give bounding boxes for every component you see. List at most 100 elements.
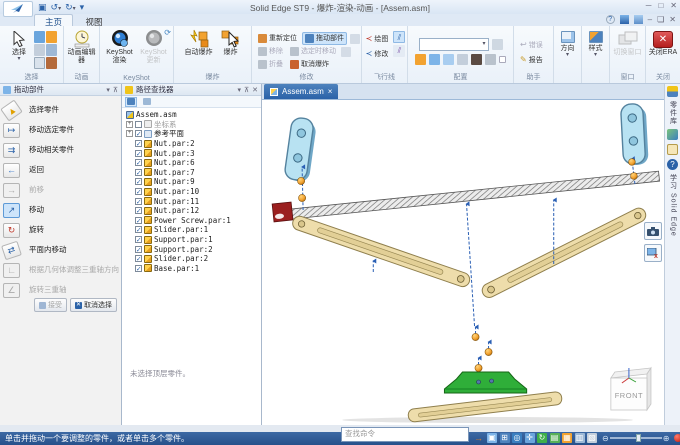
config-copy-icon[interactable] — [457, 54, 468, 65]
pathfinder-pin-icon[interactable]: ⊼ — [244, 86, 249, 94]
auto-explode-button[interactable]: 自动爆炸 — [182, 29, 216, 73]
config-new-icon[interactable] — [415, 54, 426, 65]
tree-item-label[interactable]: Nut.par:3 — [154, 149, 195, 158]
panel-pin-icon[interactable]: ⊼ — [113, 86, 118, 94]
visibility-checkbox[interactable] — [135, 121, 142, 128]
ribbon-display-icon[interactable] — [620, 15, 629, 24]
flow-line-center[interactable] — [467, 204, 475, 326]
command-item-move-in-plane[interactable]: ⇄平面内移动 — [0, 240, 121, 260]
close-button[interactable]: ✕ — [670, 1, 677, 10]
3d-scene[interactable]: FRONT — [262, 100, 664, 425]
visibility-checkbox[interactable]: ✓ — [135, 169, 142, 176]
zoom-in-icon[interactable]: ⊕ — [663, 434, 670, 443]
switch-windows-button[interactable]: 切换窗口 — [612, 29, 643, 73]
zoom-handle[interactable] — [636, 434, 641, 442]
animation-editor-button[interactable]: 动画编辑器 — [66, 29, 97, 73]
tree-item-label[interactable]: Slider.par:1 — [154, 225, 208, 234]
tree-item-label[interactable]: Power Screw.par:1 — [154, 216, 231, 225]
select-box-icon[interactable] — [34, 57, 45, 69]
learn-help-icon[interactable]: ? — [667, 159, 678, 170]
tree-item-label[interactable]: Nut.par:11 — [154, 197, 199, 206]
tree-row[interactable]: ✓Nut.par:11 — [126, 196, 261, 206]
reposition-button[interactable]: 重新定位 — [256, 32, 299, 45]
tree-item-label[interactable]: Nut.par:10 — [154, 187, 199, 196]
close-overlay-button[interactable]: x — [644, 244, 662, 262]
expander-icon[interactable]: + — [126, 121, 133, 128]
config-camera-icon[interactable] — [471, 54, 482, 65]
graphics-viewport[interactable]: Assem.asm × — [262, 84, 664, 425]
command-item-move-selected[interactable]: ↦移动选定零件 — [0, 120, 121, 140]
visibility-checkbox[interactable]: ✓ — [135, 159, 142, 166]
tree-item-label[interactable]: Support.par:2 — [154, 245, 213, 254]
visibility-checkbox[interactable]: ✓ — [135, 217, 142, 224]
tree-row[interactable]: ✓ Support.par:1 — [126, 235, 261, 245]
command-item-move[interactable]: ↗移动 — [0, 200, 121, 220]
named-views-icon[interactable]: ▤ — [550, 433, 560, 443]
tree-row[interactable]: ✓Support.par:2 — [126, 244, 261, 254]
part-nut[interactable] — [631, 173, 638, 180]
tree-row[interactable]: ✓Nut.par:9 — [126, 177, 261, 187]
window-tile-icon[interactable]: ▥ — [575, 433, 585, 443]
tree-row[interactable]: ✓ Slider.par:1 — [126, 225, 261, 235]
part-screw-end-block[interactable] — [272, 202, 293, 222]
minimize-button[interactable]: ─ — [646, 1, 652, 10]
part-slider-left[interactable] — [284, 117, 318, 183]
config-checkbox[interactable] — [499, 56, 506, 63]
part-support-right[interactable] — [480, 206, 648, 300]
tree-item-label[interactable]: Support.par:1 — [154, 235, 213, 244]
tree-item-label[interactable]: Nut.par:2 — [154, 139, 195, 148]
tree-row[interactable]: Assem.asm — [126, 110, 261, 120]
config-add-icon[interactable] — [443, 54, 454, 65]
select-by-user-icon[interactable] — [46, 31, 57, 43]
command-item-move-related[interactable]: ⇉移动相关零件 — [0, 140, 121, 160]
tree-item-label[interactable]: Nut.par:7 — [154, 168, 195, 177]
part-nut[interactable] — [297, 177, 304, 184]
tree-row[interactable]: ✓ Power Screw.par:1 — [126, 216, 261, 226]
remove-button[interactable]: 移除 — [256, 45, 285, 58]
tree-row[interactable]: ✓Base.par:1 — [126, 264, 261, 274]
accept-button[interactable]: 接受 — [34, 298, 67, 312]
visibility-checkbox[interactable]: ✓ — [135, 226, 142, 233]
command-item-rotate[interactable]: ↻旋转 — [0, 220, 121, 240]
tree-row[interactable]: ✓Nut.par:12 — [126, 206, 261, 216]
pathfinder-close-icon[interactable]: ✕ — [252, 86, 258, 94]
pan-icon[interactable]: ✛ — [525, 433, 535, 443]
tree-item-label[interactable]: Nut.par:6 — [154, 158, 195, 167]
folder-help-icon[interactable] — [667, 144, 678, 155]
config-window-icon[interactable] — [429, 54, 440, 65]
doc-restore-button[interactable]: ❏ — [657, 15, 664, 24]
error-assistant-button[interactable]: ↩错误 — [518, 38, 545, 51]
visibility-checkbox[interactable]: ✓ — [135, 150, 142, 157]
close-era-button[interactable]: ✕ 关闭ERA — [648, 29, 678, 73]
part-power-screw[interactable] — [292, 171, 660, 219]
command-item-select-parts[interactable]: ▲选择零件 — [0, 100, 121, 120]
find-go-icon[interactable]: → — [474, 433, 483, 443]
library-tab-icon[interactable] — [667, 86, 678, 97]
tree-row[interactable]: ✓ Nut.par:3 — [126, 148, 261, 158]
record-icon[interactable] — [674, 434, 680, 442]
view-cube[interactable]: FRONT — [611, 368, 651, 410]
document-tab[interactable]: Assem.asm × — [264, 84, 338, 99]
visibility-checkbox[interactable]: ✓ — [135, 236, 142, 243]
select-small-icon[interactable] — [46, 44, 57, 56]
part-slider-right[interactable] — [620, 103, 648, 165]
tree-row[interactable]: ✓Nut.par:10 — [126, 187, 261, 197]
tree-item-label[interactable]: 参考平面 — [154, 128, 184, 139]
tree-row[interactable]: ✓Nut.par:2 — [126, 139, 261, 149]
keyshot-sync-icon[interactable]: ⟳ — [164, 28, 171, 37]
visibility-checkbox[interactable]: ✓ — [135, 255, 142, 262]
library-tab-label[interactable]: 零件库 — [668, 101, 678, 125]
tree-item-label[interactable]: Slider.par:2 — [154, 254, 208, 263]
zoom-track[interactable] — [610, 437, 662, 439]
flow-lines-edit-icon[interactable]: ⫽ — [393, 45, 405, 57]
application-button[interactable] — [3, 1, 33, 17]
tree-row[interactable]: ✓ Nut.par:7 — [126, 168, 261, 178]
select-filter-icon[interactable] — [34, 31, 45, 43]
tree-row[interactable]: +✓参考平面 — [126, 129, 261, 139]
select-button[interactable]: 选择▾ — [6, 29, 32, 73]
part-nut[interactable] — [298, 194, 305, 201]
flow-lines-toggle-icon[interactable]: ⫽ — [393, 31, 405, 43]
move-when-selected-button[interactable]: 选定时移动 — [288, 45, 338, 58]
visibility-checkbox[interactable]: ✓ — [135, 207, 142, 214]
part-support-left[interactable] — [291, 214, 472, 288]
